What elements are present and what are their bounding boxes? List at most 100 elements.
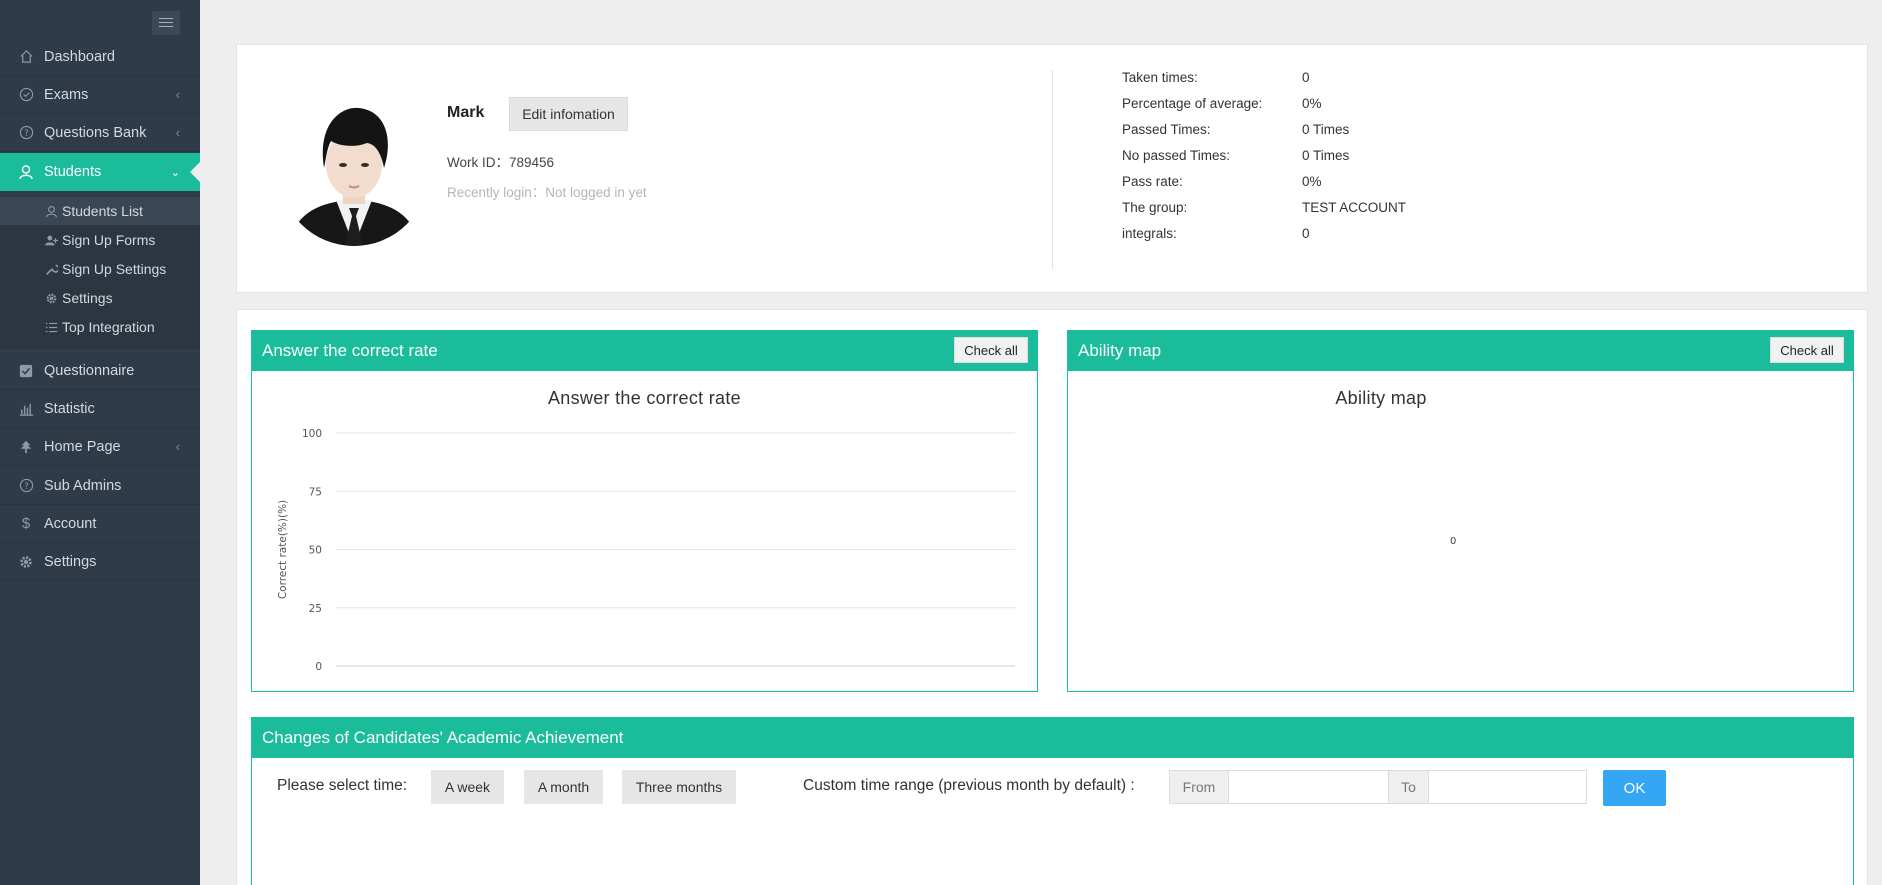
submenu-item-label: Sign Up Settings: [62, 261, 167, 277]
custom-range-label: Custom time range (previous month by def…: [803, 777, 1135, 794]
stat-value: 0%: [1302, 96, 1322, 111]
correct-rate-panel: Answer the correct rate Check all Answer…: [251, 330, 1038, 692]
ok-button[interactable]: OK: [1603, 770, 1666, 806]
sidebar-item-label: Students: [44, 164, 102, 180]
recent-login: Recently login：Not logged in yet: [447, 181, 647, 201]
question-circle-icon: ?: [18, 125, 34, 141]
gear-icon: [44, 291, 58, 305]
date-range-picker: From To: [1169, 770, 1587, 804]
check-circle-icon: [18, 87, 34, 103]
sidebar-item-label: Home Page: [44, 438, 121, 455]
submenu-item-sign-up-forms[interactable]: Sign Up Forms: [0, 226, 200, 254]
to-date-input[interactable]: [1428, 771, 1586, 803]
edit-information-button[interactable]: Edit infomation: [509, 97, 628, 131]
stat-value: 0 Times: [1302, 148, 1350, 163]
sidebar-item-label: Questions Bank: [44, 124, 147, 141]
checkbox-icon: [18, 363, 34, 379]
sidebar-item-label: Sub Admins: [44, 477, 122, 494]
panel-title: Answer the correct rate: [262, 341, 438, 360]
stat-label: Taken times:: [1122, 70, 1198, 85]
stat-value: 0%: [1302, 174, 1322, 189]
sidebar-item-sub-admins[interactable]: ? Sub Admins: [0, 467, 200, 505]
wrench-icon: [44, 262, 58, 276]
svg-text:?: ?: [24, 481, 28, 491]
question-circle-icon: ?: [18, 478, 34, 494]
correct-rate-chart: 100 75 50 25 0 Correct rate(%)(%): [277, 428, 1015, 673]
recent-login-label: Recently login：: [447, 185, 546, 200]
user-icon: [44, 204, 58, 218]
sidebar-item-account[interactable]: $ Account: [0, 505, 200, 543]
panel-header: Changes of Candidates' Academic Achievem…: [252, 718, 1853, 758]
check-all-button[interactable]: Check all: [1770, 337, 1844, 363]
sidebar-item-label: Account: [44, 515, 97, 532]
sidebar-toggle-button[interactable]: [152, 11, 180, 35]
chevron-left-icon: ‹: [175, 125, 180, 140]
active-indicator: [190, 162, 200, 182]
stat-label: The group:: [1122, 200, 1188, 215]
sidebar-item-statistic[interactable]: Statistic: [0, 390, 200, 428]
students-icon: [18, 164, 34, 180]
avatar: [279, 96, 429, 246]
sidebar-item-label: Exams: [44, 86, 89, 103]
sidebar-item-home-page[interactable]: Home Page ‹: [0, 428, 200, 466]
sidebar-item-students[interactable]: Students ⌄: [0, 153, 200, 191]
home-icon: [18, 49, 34, 65]
stat-value: 0: [1302, 226, 1310, 241]
sidebar: Dashboard Exams ‹ ? Questions Bank ‹ Stu…: [0, 0, 200, 885]
dollar-icon: $: [21, 515, 31, 532]
achievement-panel: Changes of Candidates' Academic Achievem…: [251, 717, 1854, 885]
a-month-button[interactable]: A month: [524, 770, 603, 804]
sidebar-item-label: Questionnaire: [44, 362, 135, 379]
sidebar-item-settings[interactable]: Settings: [0, 543, 200, 581]
card-divider: [1052, 70, 1053, 269]
bar-chart-icon: [18, 401, 34, 417]
stat-label: No passed Times:: [1122, 148, 1231, 163]
chevron-down-icon: ⌄: [170, 166, 180, 179]
stat-value: TEST ACCOUNT: [1302, 200, 1407, 215]
work-id-label: Work ID：: [447, 155, 510, 170]
submenu-item-label: Students List: [62, 203, 143, 219]
submenu-item-label: Sign Up Forms: [62, 232, 156, 248]
select-time-label: Please select time:: [277, 777, 408, 794]
panel-title: Ability map: [1078, 341, 1162, 360]
panel-title: Changes of Candidates' Academic Achievem…: [262, 728, 624, 747]
submenu-item-sign-up-settings[interactable]: Sign Up Settings: [0, 255, 200, 283]
from-label: From: [1170, 771, 1228, 803]
students-submenu: Students List Sign Up Forms Sign Up Sett…: [0, 197, 200, 349]
recent-login-value: Not logged in yet: [545, 185, 647, 200]
y-tick-label: 75: [309, 486, 322, 498]
check-all-button[interactable]: Check all: [954, 337, 1028, 363]
gear-icon: [18, 554, 34, 570]
content-panel: Answer the correct rate Check all Answer…: [236, 309, 1868, 885]
submenu-item-students-list[interactable]: Students List: [0, 197, 200, 225]
panel-header: Ability map Check all: [1068, 331, 1853, 371]
submenu-item-settings[interactable]: Settings: [0, 284, 200, 312]
submenu-item-label: Top Integration: [62, 319, 155, 335]
sidebar-item-questions-bank[interactable]: ? Questions Bank ‹: [0, 114, 200, 152]
sidebar-item-exams[interactable]: Exams ‹: [0, 76, 200, 114]
stat-label: Percentage of average:: [1122, 96, 1263, 111]
svg-text:?: ?: [24, 128, 28, 138]
sidebar-item-questionnaire[interactable]: Questionnaire: [0, 352, 200, 390]
from-date-input[interactable]: [1228, 771, 1388, 803]
submenu-item-top-integration[interactable]: Top Integration: [0, 313, 200, 341]
work-id: Work ID：789456: [447, 151, 554, 171]
stat-label: integrals:: [1122, 226, 1177, 241]
y-tick-label: 100: [302, 428, 322, 440]
a-week-button[interactable]: A week: [431, 770, 504, 804]
y-tick-label: 50: [309, 545, 322, 557]
y-tick-label: 0: [315, 661, 322, 673]
list-icon: [44, 320, 58, 334]
three-months-button[interactable]: Three months: [622, 770, 736, 804]
chart-title: Ability map: [1335, 388, 1427, 408]
work-id-value: 789456: [509, 155, 555, 170]
radar-center-label: 0: [1450, 536, 1457, 547]
chevron-left-icon: ‹: [175, 87, 180, 102]
stat-label: Passed Times:: [1122, 122, 1211, 137]
sidebar-item-dashboard[interactable]: Dashboard: [0, 38, 200, 76]
sidebar-item-label: Statistic: [44, 400, 95, 417]
ability-map-panel: Ability map Check all Ability map 0: [1067, 330, 1854, 692]
stat-value: 0 Times: [1302, 122, 1350, 137]
tree-icon: [18, 439, 34, 455]
y-axis-label: Correct rate(%)(%): [277, 500, 289, 599]
